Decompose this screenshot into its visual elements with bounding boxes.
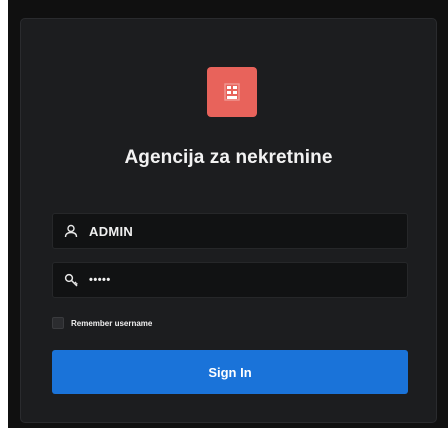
password-field[interactable]: •••••	[52, 262, 408, 298]
username-value: ADMIN	[89, 223, 134, 239]
page-title: Agencija za nekretnine	[124, 147, 333, 168]
username-field[interactable]: ADMIN	[52, 213, 408, 249]
remember-username[interactable]: Remember username	[52, 316, 152, 330]
screen: Agencija za nekretnine ADMIN ••••• Remem…	[0, 0, 448, 431]
app-logo	[207, 67, 257, 117]
sign-in-button[interactable]: Sign In	[52, 350, 408, 394]
user-icon	[63, 223, 79, 239]
remember-label: Remember username	[71, 318, 153, 328]
key-icon	[63, 272, 79, 288]
building-grid-icon	[224, 83, 240, 101]
password-value: •••••	[89, 274, 111, 286]
remember-checkbox[interactable]	[52, 317, 64, 329]
